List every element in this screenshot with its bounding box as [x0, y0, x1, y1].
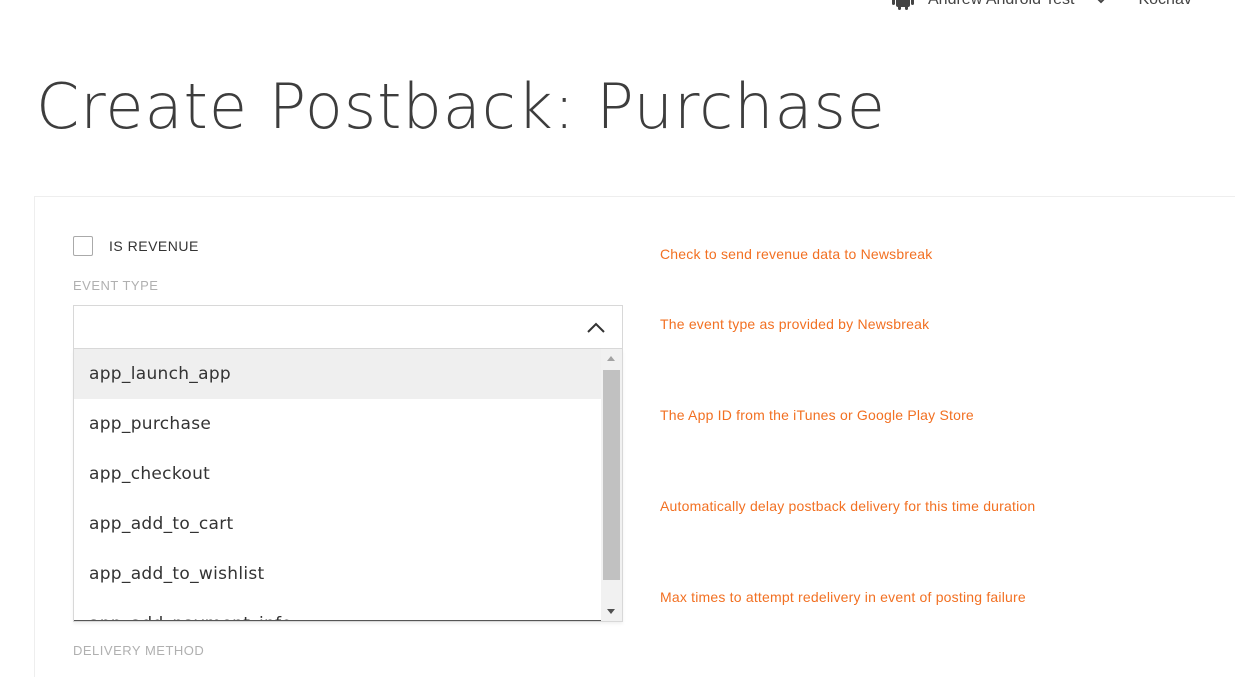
is-revenue-checkbox[interactable]	[73, 236, 93, 256]
event-type-hint: The event type as provided by Newsbreak	[660, 316, 930, 332]
app-switcher[interactable]: Andrew Android Test	[928, 0, 1074, 9]
retry-hint: Max times to attempt redelivery in event…	[660, 589, 1026, 605]
dropdown-option[interactable]: app_add_payment_info	[74, 599, 602, 621]
dropdown-option[interactable]: app_purchase	[74, 399, 602, 449]
user-menu[interactable]: Kochav	[1138, 0, 1191, 9]
delivery-method-label: DELIVERY METHOD	[73, 643, 205, 658]
dropdown-option[interactable]: app_checkout	[74, 449, 602, 499]
dropdown-divider	[74, 620, 602, 621]
dropdown-scrollbar[interactable]	[601, 349, 622, 621]
scroll-down-icon[interactable]	[607, 609, 615, 614]
top-bar: Andrew Android Test Kochav	[892, 0, 1192, 10]
chevron-up-icon[interactable]	[586, 318, 606, 338]
delay-hint: Automatically delay postback delivery fo…	[660, 498, 1036, 514]
page-title: Create Postback: Purchase	[36, 70, 886, 143]
event-type-label: EVENT TYPE	[73, 278, 159, 293]
dropdown-option[interactable]: app_add_to_cart	[74, 499, 602, 549]
app-id-hint: The App ID from the iTunes or Google Pla…	[660, 407, 974, 423]
event-type-select[interactable]	[73, 305, 623, 349]
scrollbar-thumb[interactable]	[603, 370, 620, 580]
scroll-up-icon[interactable]	[607, 356, 615, 361]
chevron-down-icon[interactable]	[1094, 0, 1108, 7]
dropdown-option[interactable]: app_add_to_wishlist	[74, 549, 602, 599]
android-icon	[892, 0, 914, 10]
event-type-dropdown[interactable]: app_launch_app app_purchase app_checkout…	[73, 349, 623, 622]
dropdown-option[interactable]: app_launch_app	[74, 349, 602, 399]
is-revenue-label[interactable]: IS REVENUE	[109, 238, 199, 254]
is-revenue-row: IS REVENUE	[73, 236, 199, 256]
is-revenue-hint: Check to send revenue data to Newsbreak	[660, 246, 933, 262]
dropdown-list: app_launch_app app_purchase app_checkout…	[74, 349, 602, 621]
